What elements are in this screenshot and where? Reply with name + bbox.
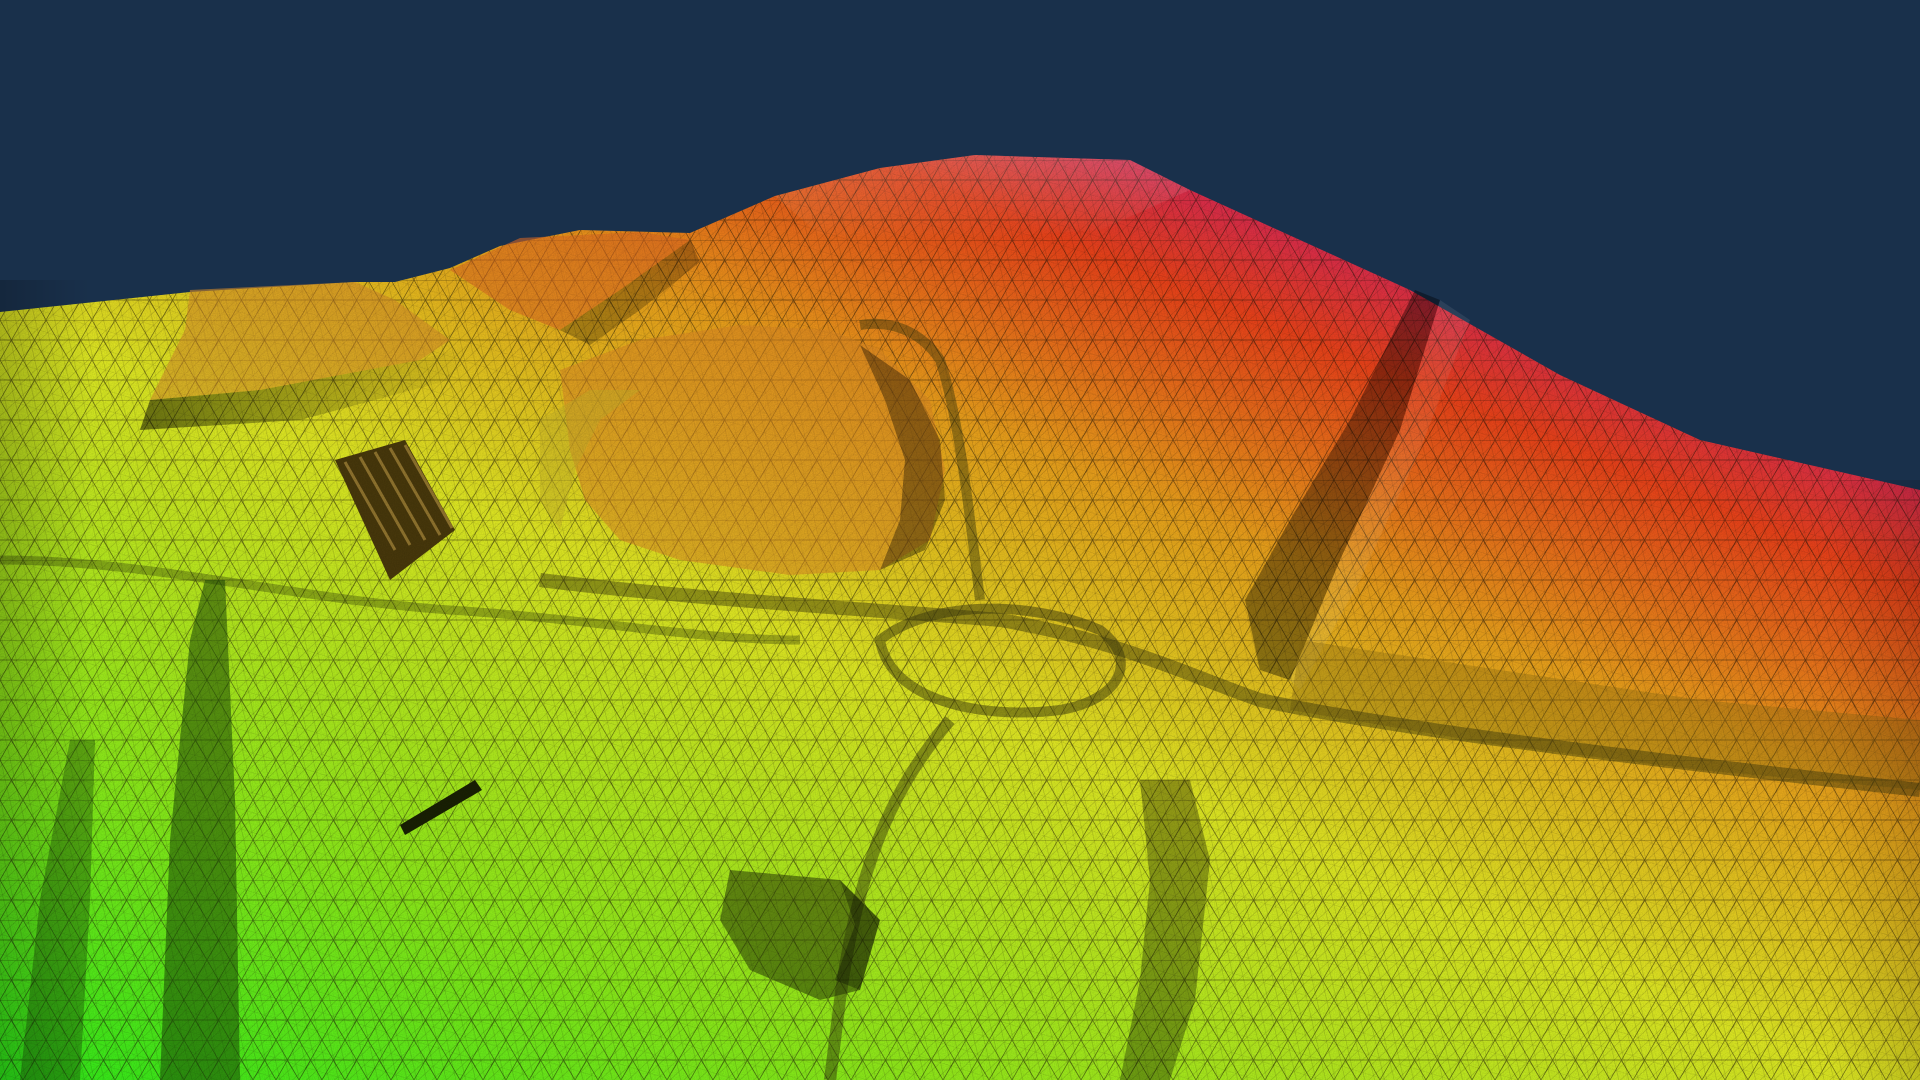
terrain-render xyxy=(0,0,1920,1080)
